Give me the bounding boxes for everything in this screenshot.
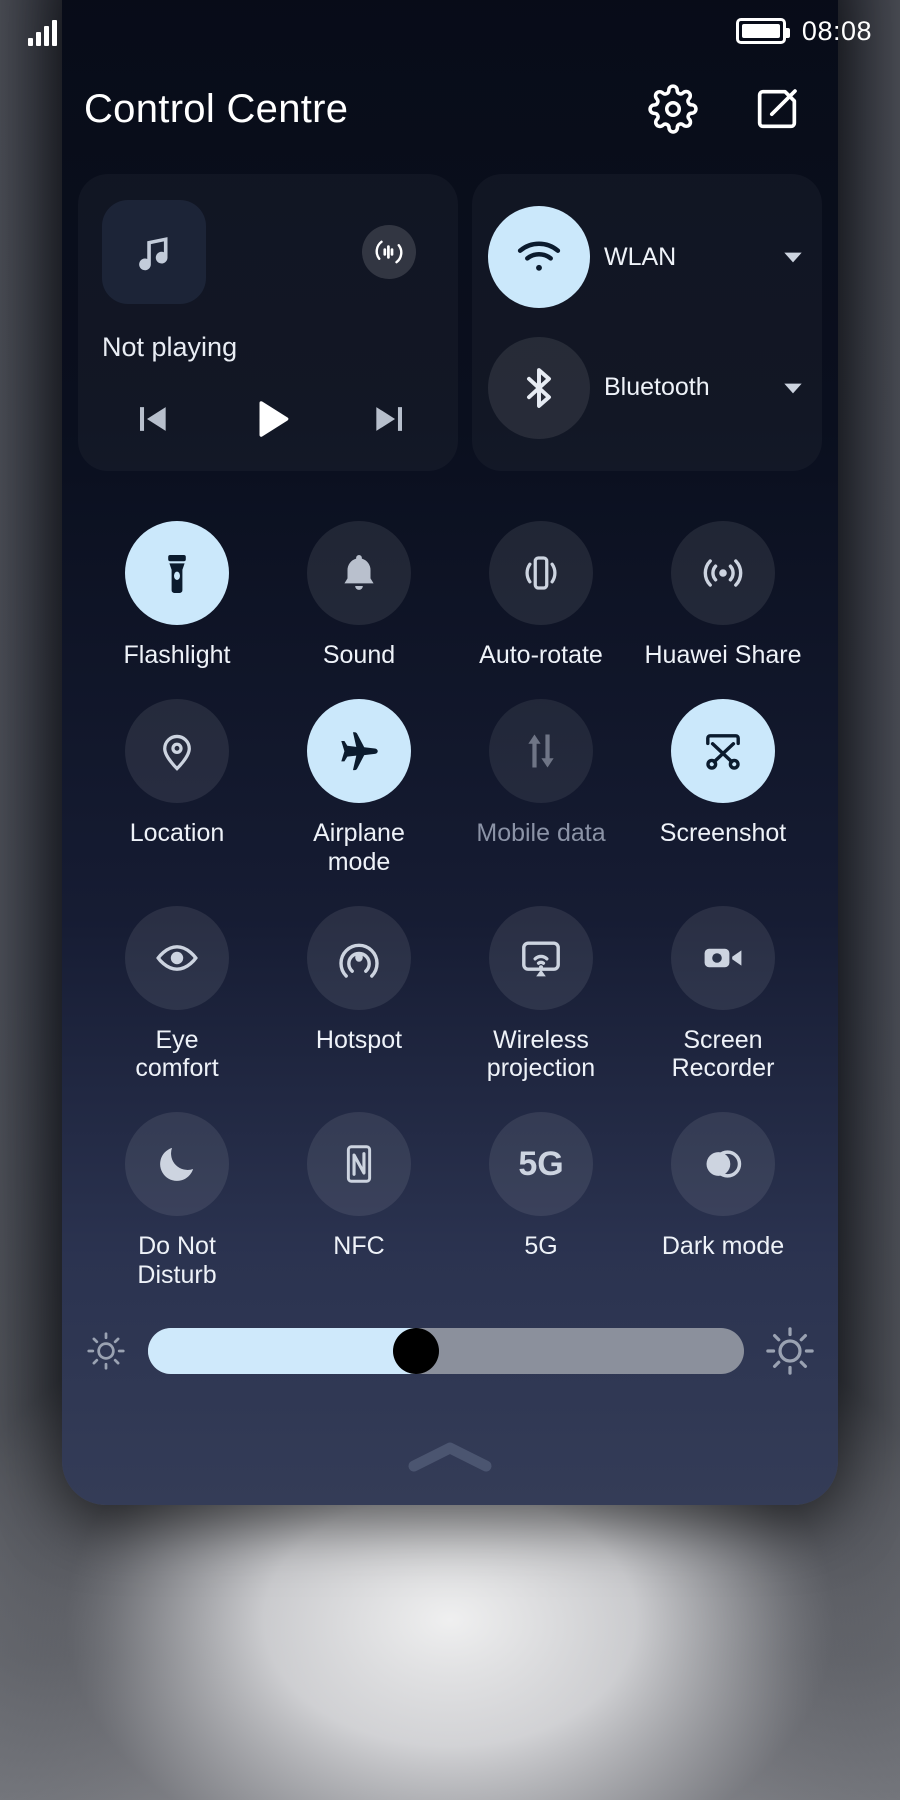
toggle-eye-comfort[interactable]: Eye comfort <box>86 905 268 1083</box>
brightness-low-icon <box>84 1329 128 1373</box>
toggle-airplane-mode[interactable]: Airplane mode <box>268 699 450 876</box>
skip-next-icon[interactable] <box>356 389 426 449</box>
hotspot-icon[interactable] <box>307 905 411 1010</box>
toggle-label: Screenshot <box>659 819 787 848</box>
phone-screen: 08:08 Control Centre Not playing WLAN Bl… <box>0 0 900 1800</box>
toggle-label: Do Not Disturb <box>137 1232 217 1289</box>
toggle-label: Flashlight <box>123 641 231 669</box>
brightness-slider-knob[interactable] <box>393 1327 440 1374</box>
collapse-handle[interactable] <box>62 1423 838 1493</box>
brightness-slider-fill <box>148 1327 417 1374</box>
eye-icon[interactable] <box>125 905 229 1010</box>
bluetooth-icon <box>527 367 551 408</box>
status-bar-clock: 08:08 <box>801 15 872 46</box>
toggle-label: Huawei Share <box>644 641 802 669</box>
toggle-screenshot[interactable]: Screenshot <box>632 699 814 876</box>
mobile-data-icon[interactable] <box>489 699 593 804</box>
toggle-label: Eye comfort <box>135 1025 219 1082</box>
toggle-mobile-data[interactable]: Mobile data <box>450 699 632 876</box>
wifi-icon <box>517 241 561 271</box>
flashlight-icon[interactable] <box>125 521 229 625</box>
dark-mode-icon[interactable] <box>671 1112 775 1217</box>
gear-icon[interactable] <box>646 82 700 136</box>
wireless-projection-icon[interactable] <box>489 905 593 1010</box>
toggle-location[interactable]: Location <box>86 699 268 876</box>
music-note-icon <box>139 237 168 271</box>
auto-rotate-icon[interactable] <box>489 521 593 625</box>
toggle-label: Sound <box>322 641 396 669</box>
toggle-label: Location <box>129 819 225 848</box>
chevron-down-icon[interactable] <box>780 375 806 401</box>
toggle-auto-rotate[interactable]: Auto-rotate <box>450 521 632 669</box>
nfc-icon[interactable] <box>307 1112 411 1217</box>
bluetooth-row[interactable]: Bluetooth <box>482 336 812 439</box>
play-icon[interactable] <box>236 389 306 449</box>
media-player-card: Not playing <box>78 174 458 471</box>
toggle-wireless-projection[interactable]: Wireless projection <box>450 905 632 1083</box>
brightness-slider[interactable] <box>148 1327 744 1374</box>
toggle-flashlight[interactable]: Flashlight <box>86 521 268 669</box>
media-status-text: Not playing <box>102 332 238 362</box>
toggle-label: Auto-rotate <box>479 641 603 669</box>
toggle-label: Hotspot <box>315 1025 403 1054</box>
toggle-hotspot[interactable]: Hotspot <box>268 905 450 1083</box>
wlan-toggle[interactable] <box>488 206 590 309</box>
network-card: WLAN Bluetooth <box>472 174 822 471</box>
huawei-share-icon[interactable] <box>671 521 775 625</box>
moon-icon[interactable] <box>125 1112 229 1217</box>
toggle-label: Dark mode <box>661 1232 785 1261</box>
chevron-up-icon <box>408 1442 492 1472</box>
wlan-label: WLAN <box>604 242 677 271</box>
toggle-dark-mode[interactable]: Dark mode <box>632 1112 814 1289</box>
signal-bars-icon <box>28 16 57 46</box>
toggle-screen-recorder[interactable]: Screen Recorder <box>632 905 814 1083</box>
toggle-nfc[interactable]: NFC <box>268 1112 450 1289</box>
brightness-control <box>84 1325 816 1377</box>
5g-text-icon[interactable]: 5G <box>489 1112 593 1217</box>
quick-toggles-card: Flashlight Sound Auto-rotate Huawei Shar… <box>76 497 824 1299</box>
toggle-5g[interactable]: 5G 5G <box>450 1112 632 1289</box>
chevron-down-icon[interactable] <box>780 244 806 270</box>
edit-pencil-icon[interactable] <box>750 82 804 136</box>
screenshot-icon[interactable] <box>671 699 775 804</box>
toggle-sound[interactable]: Sound <box>268 521 450 669</box>
audio-cast-icon[interactable] <box>362 225 416 279</box>
brightness-high-icon <box>764 1325 816 1377</box>
toggle-huawei-share[interactable]: Huawei Share <box>632 521 814 669</box>
bluetooth-toggle[interactable] <box>488 336 590 439</box>
page-title: Control Centre <box>84 86 349 131</box>
battery-full-icon <box>735 18 790 44</box>
status-bar: 08:08 <box>0 0 900 62</box>
bluetooth-label: Bluetooth <box>604 373 710 402</box>
quick-toggles-grid: Flashlight Sound Auto-rotate Huawei Shar… <box>86 521 814 1289</box>
bell-icon[interactable] <box>307 521 411 625</box>
screen-recorder-icon[interactable] <box>671 905 775 1010</box>
airplane-icon[interactable] <box>307 699 411 804</box>
skip-previous-icon[interactable] <box>116 389 186 449</box>
toggle-label: Airplane mode <box>313 819 405 876</box>
media-network-row: Not playing WLAN Bluetooth <box>78 174 822 471</box>
5g-glyph: 5G <box>518 1144 564 1183</box>
toggle-label: Wireless projection <box>486 1025 596 1082</box>
toggle-label: NFC <box>333 1232 385 1261</box>
wlan-row[interactable]: WLAN <box>482 206 812 309</box>
album-art[interactable] <box>102 200 206 304</box>
toggle-do-not-disturb[interactable]: Do Not Disturb <box>86 1112 268 1289</box>
toggle-label: 5G <box>524 1232 558 1261</box>
toggle-label: Mobile data <box>476 819 606 848</box>
toggle-label: Screen Recorder <box>671 1025 775 1082</box>
location-pin-icon[interactable] <box>125 699 229 804</box>
control-centre-panel: Control Centre Not playing WLAN Bluetoot… <box>62 0 838 1505</box>
